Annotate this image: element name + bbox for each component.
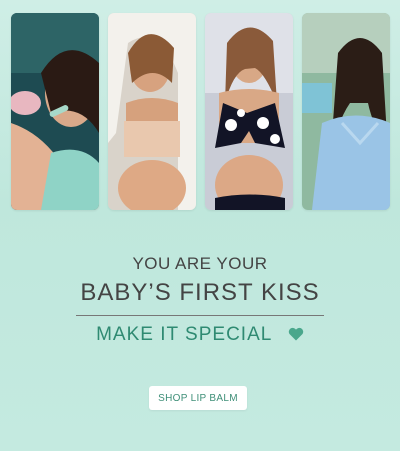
photo-woman-with-baby (11, 13, 99, 210)
photo-strip (11, 13, 391, 210)
photo-pregnant-woman-polka-dot (205, 13, 293, 210)
headline-line-2: BABY’S FIRST KISS (80, 279, 320, 306)
promo-banner: YOU ARE YOUR BABY’S FIRST KISS MAKE IT S… (0, 0, 400, 451)
tagline: MAKE IT SPECIAL (0, 324, 400, 347)
photo-pregnant-woman-blue-dress (302, 13, 390, 210)
tagline-text: MAKE IT SPECIAL (96, 324, 272, 345)
photo-pregnant-woman-hood (108, 13, 196, 210)
heart-icon (288, 325, 304, 347)
headline-line-1: YOU ARE YOUR (132, 254, 268, 273)
divider (76, 315, 324, 316)
shop-lip-balm-button[interactable]: SHOP LIP BALM (149, 386, 247, 410)
